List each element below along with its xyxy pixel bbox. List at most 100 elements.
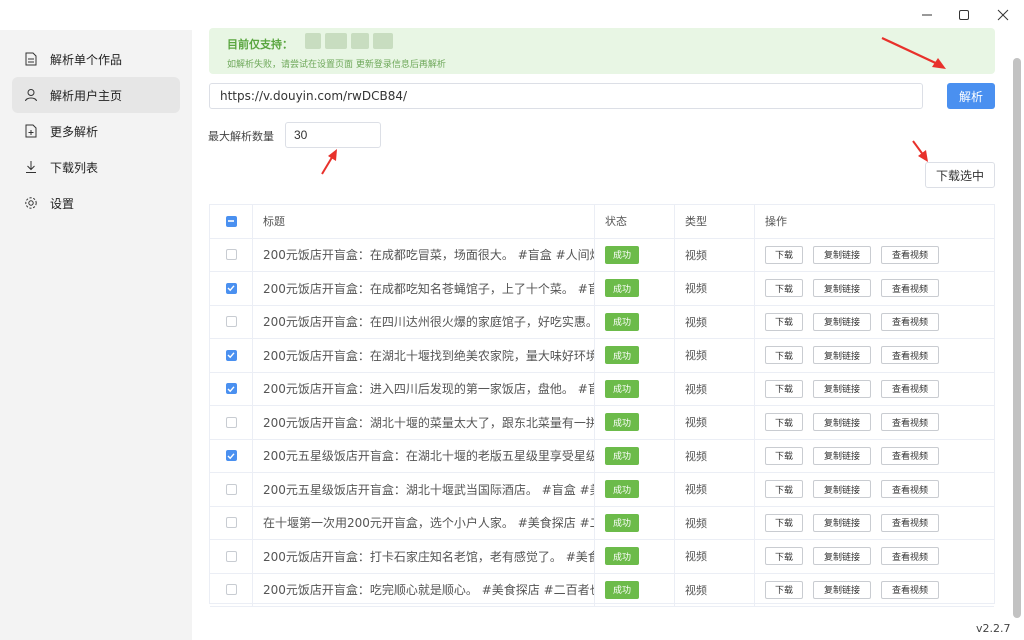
table-row: 200元饭店开盲盒：吃完顺心就是顺心。 #美食探店 #二百者也... 成功 视频 下载… — [210, 573, 994, 607]
row-ops: 下载 复制链接 查看视频 — [755, 373, 994, 406]
max-count-label: 最大解析数量 — [208, 130, 274, 143]
view-video-button[interactable]: 查看视频 — [881, 580, 939, 599]
row-ops: 下载 复制链接 查看视频 — [755, 339, 994, 372]
row-status-cell: 成功 — [595, 238, 675, 271]
row-status-cell: 成功 — [595, 573, 675, 606]
row-checkbox[interactable] — [225, 316, 237, 328]
version-label: v2.2.7 — [976, 622, 1011, 635]
view-video-button[interactable]: 查看视频 — [881, 547, 939, 566]
row-checkbox[interactable] — [225, 416, 237, 428]
header-title: 标题 — [253, 205, 595, 238]
status-badge: 成功 — [605, 346, 640, 365]
row-checkbox[interactable] — [225, 383, 237, 395]
download-button[interactable]: 下载 — [765, 413, 803, 432]
view-video-button[interactable]: 查看视频 — [881, 379, 939, 398]
sidebar-item-label: 下载列表 — [50, 160, 99, 175]
download-button[interactable]: 下载 — [765, 547, 803, 566]
view-video-button[interactable]: 查看视频 — [881, 513, 939, 532]
copy-link-button[interactable]: 复制链接 — [813, 346, 871, 365]
row-status-cell: 成功 — [595, 439, 675, 472]
row-status-cell: 成功 — [595, 272, 675, 305]
gear-icon — [24, 196, 38, 210]
status-badge: 成功 — [605, 245, 640, 264]
table-row: 200元饭店开盲盒：进入四川后发现的第一家饭店，盘他。 #盲... 成功 视频 下载复… — [210, 372, 994, 406]
row-title: 200元饭店开盲盒：进入四川后发现的第一家饭店，盘他。 #盲... — [253, 372, 595, 405]
header-checkbox-cell — [210, 205, 253, 238]
download-button[interactable]: 下载 — [765, 513, 803, 532]
copy-link-button[interactable]: 复制链接 — [813, 413, 871, 432]
row-checkbox[interactable] — [225, 349, 237, 361]
copy-link-button[interactable]: 复制链接 — [813, 379, 871, 398]
view-video-button[interactable]: 查看视频 — [881, 446, 939, 465]
row-checkbox-cell — [210, 506, 253, 539]
row-checkbox[interactable] — [225, 249, 237, 261]
row-ops: 下载 复制链接 查看视频 — [755, 540, 994, 573]
copy-link-button[interactable]: 复制链接 — [813, 245, 871, 264]
row-type: 视频 — [675, 238, 755, 271]
row-checkbox-cell — [210, 439, 253, 472]
sidebar-item-parse-user[interactable]: 解析用户主页 — [12, 77, 180, 113]
sidebar-item-download-list[interactable]: 下载列表 — [12, 149, 180, 185]
header-type: 类型 — [675, 205, 755, 238]
download-button[interactable]: 下载 — [765, 446, 803, 465]
url-input[interactable] — [209, 83, 923, 109]
table-row: 200元五星级饭店开盲盒：湖北十堰武当国际酒店。 #盲盒 #美... 成功 视频 下载… — [210, 473, 994, 507]
status-badge: 成功 — [605, 279, 640, 298]
row-checkbox-cell — [210, 238, 253, 271]
row-checkbox[interactable] — [225, 450, 237, 462]
row-checkbox[interactable] — [225, 550, 237, 562]
download-selected-button[interactable]: 下载选中 — [925, 162, 995, 188]
sidebar-item-more-parse[interactable]: 更多解析 — [12, 113, 180, 149]
row-status-cell: 成功 — [595, 372, 675, 405]
status-badge: 成功 — [605, 446, 640, 465]
status-badge: 成功 — [605, 379, 640, 398]
status-badge: 成功 — [605, 413, 640, 432]
row-type: 视频 — [675, 272, 755, 305]
view-video-button[interactable]: 查看视频 — [881, 413, 939, 432]
view-video-button[interactable]: 查看视频 — [881, 346, 939, 365]
download-button[interactable]: 下载 — [765, 346, 803, 365]
copy-link-button[interactable]: 复制链接 — [813, 480, 871, 499]
notice-subtitle: 如解析失败，请尝试在设置页面 更新登录信息后再解析 — [227, 60, 446, 70]
download-button[interactable]: 下载 — [765, 312, 803, 331]
download-button[interactable]: 下载 — [765, 480, 803, 499]
select-all-checkbox[interactable] — [225, 215, 237, 227]
download-button[interactable]: 下载 — [765, 279, 803, 298]
status-badge: 成功 — [605, 580, 640, 599]
parse-button[interactable]: 解析 — [947, 83, 995, 109]
row-type: 视频 — [675, 372, 755, 405]
table-row: 200元饭店开盲盒：打卡石家庄知名老馆，老有感觉了。 #美食... 成功 视频 下载复… — [210, 540, 994, 574]
view-video-button[interactable]: 查看视频 — [881, 245, 939, 264]
annotation-arrow-parse — [881, 37, 946, 69]
view-video-button[interactable]: 查看视频 — [881, 279, 939, 298]
row-checkbox-cell — [210, 339, 253, 372]
row-ops: 下载 复制链接 查看视频 — [755, 574, 994, 607]
annotation-arrow-max — [321, 149, 337, 175]
row-checkbox[interactable] — [225, 282, 237, 294]
download-button[interactable]: 下载 — [765, 245, 803, 264]
download-button[interactable]: 下载 — [765, 379, 803, 398]
row-checkbox[interactable] — [225, 483, 237, 495]
sidebar-item-parse-single[interactable]: 解析单个作品 — [12, 41, 180, 77]
copy-link-button[interactable]: 复制链接 — [813, 513, 871, 532]
copy-link-button[interactable]: 复制链接 — [813, 580, 871, 599]
row-checkbox-cell — [210, 573, 253, 606]
copy-link-button[interactable]: 复制链接 — [813, 446, 871, 465]
row-ops: 下载 复制链接 查看视频 — [755, 239, 994, 272]
download-button[interactable]: 下载 — [765, 580, 803, 599]
view-video-button[interactable]: 查看视频 — [881, 480, 939, 499]
copy-link-button[interactable]: 复制链接 — [813, 547, 871, 566]
row-type: 视频 — [675, 305, 755, 338]
table-row: 200元饭店开盲盒：在成都吃知名苍蝇馆子，上了十个菜。 #盲... 成功 视频 下载复… — [210, 272, 994, 306]
copy-link-button[interactable]: 复制链接 — [813, 312, 871, 331]
main-panel: 目前仅支持： 如解析失败，请尝试在设置页面 更新登录信息后再解析 解析 最大解析… — [192, 0, 1024, 640]
sidebar-item-settings[interactable]: 设置 — [12, 185, 180, 221]
row-checkbox[interactable] — [225, 517, 237, 529]
max-count-input[interactable] — [285, 122, 381, 148]
view-video-button[interactable]: 查看视频 — [881, 312, 939, 331]
sidebar-item-label: 更多解析 — [50, 124, 99, 139]
copy-link-button[interactable]: 复制链接 — [813, 279, 871, 298]
row-checkbox[interactable] — [225, 584, 237, 596]
row-type: 视频 — [675, 473, 755, 506]
scrollbar[interactable] — [1013, 58, 1021, 618]
